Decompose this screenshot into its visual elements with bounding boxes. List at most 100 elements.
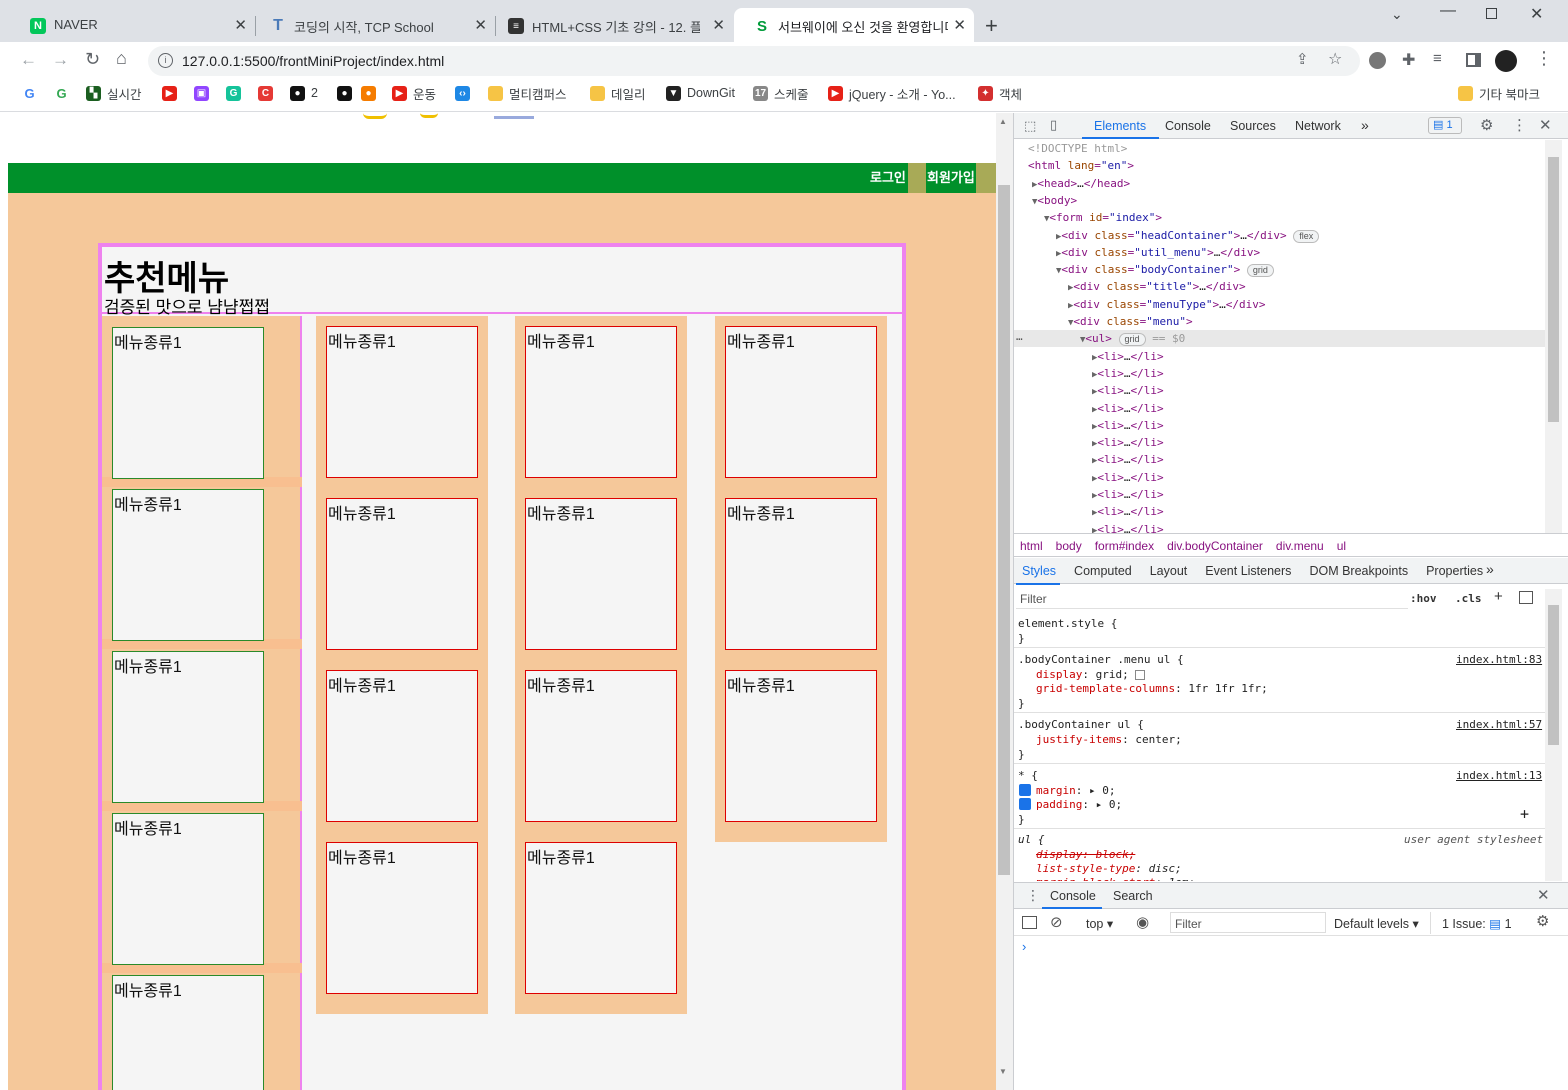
dom-node[interactable]: ▶<li>…</li> — [1092, 453, 1164, 466]
checkbox-checked-icon[interactable] — [1019, 784, 1031, 796]
hov-toggle[interactable]: :hov — [1410, 592, 1437, 605]
scroll-up-icon[interactable]: ▲ — [999, 117, 1007, 126]
devtools-tab-console[interactable]: Console — [1165, 119, 1211, 133]
menu-card[interactable]: 메뉴종류1 — [525, 498, 677, 650]
bookmark-item[interactable]: ‹› — [455, 84, 476, 102]
dom-node[interactable]: ▼<form id="index"> — [1044, 211, 1162, 224]
devtools-tab-sources[interactable]: Sources — [1230, 119, 1276, 133]
scroll-down-icon[interactable]: ▼ — [999, 1067, 1007, 1076]
close-icon[interactable]: ✕ — [234, 16, 247, 34]
styles-filter-input[interactable]: Filter — [1016, 587, 1408, 609]
tab-subway-active[interactable]: S 서브웨이에 오신 것을 환영합니다 ✕ — [734, 8, 974, 42]
breadcrumb-item[interactable]: body — [1056, 537, 1082, 555]
menu-card[interactable]: 메뉴종류1 — [725, 326, 877, 478]
more-tabs-icon[interactable]: » — [1486, 561, 1494, 577]
url-text[interactable]: 127.0.0.1:5500/frontMiniProject/index.ht… — [182, 53, 444, 69]
maximize-icon[interactable] — [1486, 8, 1497, 19]
close-icon[interactable]: ✕ — [953, 16, 966, 34]
share-icon[interactable]: ⇪ — [1296, 50, 1309, 68]
bookmark-item[interactable]: ● 2 — [290, 84, 318, 102]
home-icon[interactable]: ⌂ — [116, 48, 127, 69]
page-scrollbar[interactable]: ▲ ▼ — [996, 113, 1013, 1090]
avatar[interactable] — [1495, 50, 1517, 72]
new-tab-icon[interactable]: + — [985, 13, 998, 39]
bookmark-item[interactable]: ▣ — [194, 84, 215, 102]
devtools-close-icon[interactable]: ✕ — [1539, 116, 1552, 134]
dom-node[interactable]: ▶<div class="title">…</div> — [1068, 280, 1246, 293]
bookmark-item[interactable]: ▚ 실시간 — [86, 84, 142, 102]
back-icon[interactable]: ← — [20, 50, 37, 70]
menu-card[interactable]: 메뉴종류1 — [326, 842, 478, 994]
menu-card[interactable]: 메뉴종류1 — [525, 842, 677, 994]
new-rule-icon[interactable]: + — [1494, 588, 1503, 605]
breadcrumb-item[interactable]: div.bodyContainer — [1167, 537, 1263, 555]
bookmark-item[interactable]: 데일리 — [590, 84, 646, 102]
console-sidebar-icon[interactable] — [1022, 916, 1037, 929]
node-options-icon[interactable]: … — [1016, 330, 1023, 343]
dom-node[interactable]: ▶<div class="menuType">…</div> — [1068, 298, 1266, 311]
bookmark-item[interactable]: ▼ DownGit — [666, 84, 735, 102]
tab-lecture[interactable]: ≡ HTML+CSS 기초 강의 - 12. 플민 ✕ — [488, 8, 733, 42]
cls-toggle[interactable]: .cls — [1455, 592, 1482, 605]
bookmark-item[interactable]: ● — [361, 84, 382, 102]
breadcrumb-item[interactable]: form#index — [1095, 537, 1154, 555]
address-bar[interactable]: i 127.0.0.1:5500/frontMiniProject/index.… — [148, 46, 1360, 76]
checkbox-checked-icon[interactable] — [1019, 798, 1031, 810]
bookmark-item[interactable]: 17 스케줄 — [753, 84, 809, 102]
menu-type-card[interactable]: 메뉴종류1 — [112, 489, 264, 641]
menu-card[interactable]: 메뉴종류1 — [725, 670, 877, 822]
styles-tab[interactable]: Styles — [1022, 564, 1056, 578]
bookmark-item[interactable]: ✦ 객체 — [978, 84, 1022, 102]
dom-node[interactable]: ▶<head>…</head> — [1032, 177, 1130, 190]
styles-tab[interactable]: Computed — [1074, 564, 1132, 578]
dom-node[interactable]: ▼<body> — [1032, 194, 1077, 207]
styles-tab[interactable]: Properties — [1426, 564, 1483, 578]
tab-search-chevron-icon[interactable]: ⌄ — [1391, 6, 1403, 23]
minimize-icon[interactable]: — — [1440, 2, 1456, 20]
styles-tab[interactable]: Event Listeners — [1205, 564, 1291, 578]
drawer-tab-search[interactable]: Search — [1113, 889, 1153, 903]
dom-node[interactable]: ▼<div class="menu"> — [1068, 315, 1193, 328]
dom-node[interactable]: ▶<div class="headContainer">…</div> flex — [1056, 229, 1320, 243]
menu-kebab-icon[interactable]: ⋮ — [1535, 48, 1553, 69]
log-levels-select[interactable]: Default levels ▾ — [1334, 916, 1419, 931]
context-select[interactable]: top ▾ — [1086, 916, 1113, 931]
dom-node[interactable]: ▶<li>…</li> — [1092, 402, 1164, 415]
menu-type-card[interactable]: 메뉴종류1 — [112, 327, 264, 479]
dom-node[interactable]: ▶<li>…</li> — [1092, 419, 1164, 432]
puzzle-icon[interactable]: ✚ — [1402, 50, 1415, 70]
settings-gear-icon[interactable]: ⚙ — [1480, 116, 1493, 134]
bookmark-item[interactable]: C — [258, 84, 279, 102]
bookmark-item[interactable]: ▶ jQuery - 소개 - Yo... — [828, 84, 956, 102]
bookmark-item[interactable]: 멀티캠퍼스 — [488, 84, 567, 102]
extension-icon[interactable] — [1369, 52, 1386, 69]
styles-scrollbar[interactable] — [1545, 589, 1562, 881]
breadcrumb-item[interactable]: div.menu — [1276, 537, 1324, 555]
menu-type-card[interactable]: 메뉴종류1 — [112, 813, 264, 965]
menu-card[interactable]: 메뉴종류1 — [326, 670, 478, 822]
drawer-tab-console[interactable]: Console — [1050, 889, 1096, 903]
side-panel-icon[interactable] — [1466, 53, 1481, 67]
login-link[interactable]: 로그인 — [870, 163, 906, 193]
bookmark-item[interactable]: ● — [337, 84, 358, 102]
devtools-kebab-icon[interactable]: ⋮ — [1512, 116, 1527, 134]
reload-icon[interactable]: ↻ — [85, 49, 100, 70]
dom-node[interactable]: ▶<li>…</li> — [1092, 488, 1164, 501]
eye-icon[interactable]: ◉ — [1136, 913, 1149, 931]
menu-card[interactable]: 메뉴종류1 — [725, 498, 877, 650]
forward-icon[interactable]: → — [52, 50, 69, 70]
tab-tcpschool[interactable]: T 코딩의 시작, TCP School ✕ — [250, 8, 495, 42]
dom-node[interactable]: <!DOCTYPE html> — [1028, 142, 1127, 155]
dom-node[interactable]: ▶<li>…</li> — [1092, 384, 1164, 397]
device-toggle-icon[interactable]: ▯ — [1050, 117, 1057, 133]
dom-node[interactable]: ▼<div class="bodyContainer"> grid — [1056, 263, 1274, 278]
info-icon[interactable]: i — [158, 53, 173, 68]
scrollbar-thumb[interactable] — [1548, 157, 1559, 422]
issues-badge[interactable]: ▤ 1 — [1428, 117, 1462, 134]
scrollbar-thumb[interactable] — [1548, 605, 1559, 745]
star-icon[interactable]: ☆ — [1328, 49, 1342, 69]
menu-type-card[interactable]: 메뉴종류1 — [112, 651, 264, 803]
drawer-kebab-icon[interactable]: ⋮ — [1026, 887, 1040, 904]
drawer-close-icon[interactable]: ✕ — [1537, 886, 1550, 904]
inspect-icon[interactable]: ⬚ — [1024, 118, 1036, 134]
